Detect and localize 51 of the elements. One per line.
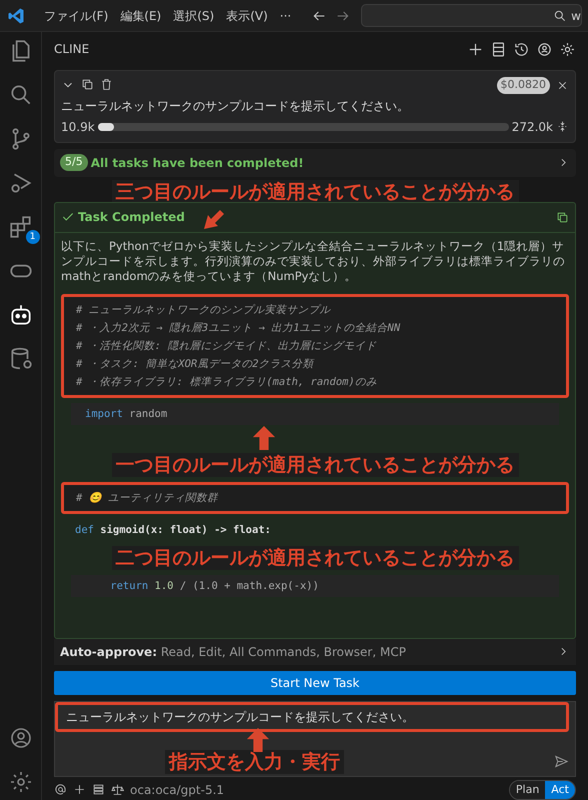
token-count: 10.9k: [61, 118, 95, 136]
list-icon[interactable]: [490, 40, 507, 58]
todo-status: All tasks have been completed!: [90, 154, 305, 172]
count-badge: 1: [26, 230, 40, 244]
todo-bar[interactable]: 5/5 All tasks have been completed!: [54, 148, 576, 176]
account-icon[interactable]: [8, 726, 32, 750]
menu-item[interactable]: 編集(E): [114, 6, 168, 24]
panel-title: CLINE: [54, 41, 90, 58]
stack-icon[interactable]: [92, 783, 105, 796]
code-block: return 1.0 / (1.0 + math.exp(-x)): [71, 574, 559, 596]
copy-icon[interactable]: [556, 210, 569, 224]
send-icon[interactable]: [554, 754, 569, 769]
menu-item[interactable]: ···: [274, 6, 298, 24]
copy-icon[interactable]: [81, 78, 94, 92]
search-field[interactable]: w: [361, 4, 582, 27]
extensions-icon[interactable]: [8, 214, 34, 240]
context-limit: 272.0k: [512, 118, 553, 136]
message-input[interactable]: ニューラルネットワークのサンプルコードを提示してください。 指示文を入力・実行: [54, 700, 576, 776]
code-line: def sigmoid(x: float) -> float:: [74, 522, 272, 538]
todo-count: 5/5: [60, 154, 88, 171]
task-prompt: ニューラルネットワークのサンプルコードを提示してください。: [61, 98, 410, 114]
trash-icon[interactable]: [100, 78, 113, 92]
annotation-label: 三つ目のルールが適用されていることが分かる: [112, 180, 518, 204]
code-block: import random: [71, 402, 559, 424]
search-icon: [553, 8, 568, 22]
menu-item[interactable]: ファイル(F): [38, 6, 114, 24]
plus-icon[interactable]: [73, 783, 86, 796]
search-text: w: [571, 8, 581, 24]
scale-icon[interactable]: [111, 783, 124, 796]
code-block: # 😊 ユーティリティ関数群: [61, 482, 569, 514]
annotation-label: 二つ目のルールが適用されていることが分かる: [112, 546, 518, 570]
menu-item[interactable]: 選択(S): [167, 6, 220, 24]
cost-badge: $0.0820: [496, 77, 550, 94]
compress-icon[interactable]: [556, 120, 569, 133]
mode-toggle[interactable]: Plan: [510, 780, 546, 799]
annotation-label: 指示文を入力・実行: [165, 750, 344, 774]
input-text: ニューラルネットワークのサンプルコードを提示してください。: [55, 702, 569, 732]
auto-approve-bar[interactable]: Auto-approve: Read, Edit, All Commands, Browser, MCP: [54, 638, 576, 664]
completion-title: Task Completed: [78, 209, 185, 226]
annotation-label: 一つ目のルールが適用されていることが分かる: [112, 452, 518, 476]
completion-message: 以下に、Pythonでゼロから実装したシンプルな全結合ニューラルネットワーク（1隠れ層）サンプルコードを示します。行列演算のみで実装しており、外部ライブラリは標準ライブラリのmathとrandomのみを使っています（NumPyなし）。: [60, 238, 566, 284]
account-icon[interactable]: [536, 40, 553, 58]
model-selector[interactable]: oca:oca/gpt-5.1: [130, 780, 224, 799]
logo-icon: [6, 6, 26, 26]
code-block: # ニューラルネットワークのシンプル実装サンプル # ・入力2次元 → 隠れ層3ユニット → 出力1ユニットの全結合NN # ・活性化関数: 隠れ層にシグモイド、出力層にシグモイド # ・タスク: 簡単なXOR風データの2クラス分類 # ・依存ライブラリ: 標準ライブラリ(math, random)のみ: [61, 294, 569, 398]
at-icon[interactable]: [54, 783, 67, 796]
mode-toggle[interactable]: Act: [545, 780, 575, 799]
start-task-button[interactable]: Start New Task: [54, 670, 576, 694]
auto-approve-text: Auto-approve: Read, Edit, All Commands, Browser, MCP: [60, 644, 407, 660]
history-icon[interactable]: [513, 40, 530, 58]
menu-item[interactable]: 表示(V): [220, 6, 274, 24]
